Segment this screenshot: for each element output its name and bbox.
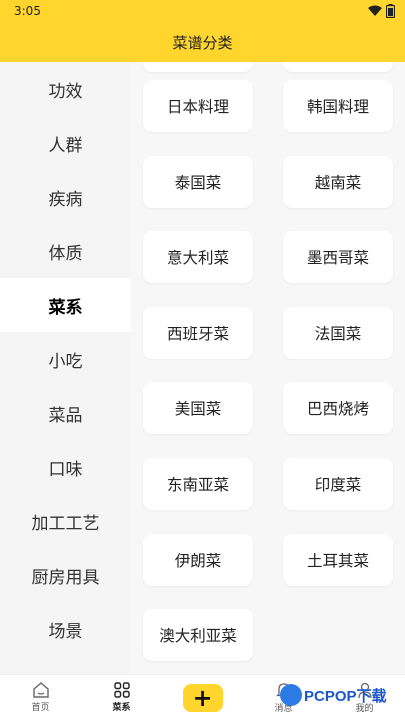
cuisine-card[interactable]: 土耳其菜: [283, 533, 393, 586]
cuisine-card[interactable]: 越南菜: [283, 155, 393, 208]
sidebar-item-jiagong[interactable]: 加工工艺: [0, 494, 131, 548]
cuisine-card[interactable]: 墨西哥菜: [283, 231, 393, 284]
page-title: 菜谱分类: [172, 34, 233, 52]
cuisine-card[interactable]: 韩国料理: [283, 80, 393, 132]
nav-home-label: 首页: [31, 703, 50, 713]
cuisine-card[interactable]: 伊朗菜: [143, 533, 253, 586]
sidebar-item-changjing[interactable]: 场景: [0, 602, 131, 656]
card-row: 泰国菜 越南菜: [143, 155, 393, 232]
status-bar: 3:05: [0, 0, 405, 24]
sidebar-item-xiaochi[interactable]: 小吃: [0, 332, 131, 386]
add-button[interactable]: +: [182, 683, 223, 712]
cuisine-card[interactable]: 美国菜: [143, 382, 253, 435]
cuisine-card[interactable]: 西班牙菜: [143, 306, 253, 359]
watermark-logo-icon: [280, 684, 302, 706]
cuisine-card[interactable]: 法国菜: [283, 306, 393, 359]
card-row: 澳大利亚菜: [143, 609, 393, 674]
nav-recipes[interactable]: 菜系: [81, 675, 162, 720]
card-row: 西班牙菜 法国菜: [143, 306, 393, 383]
nav-recipes-label: 菜系: [112, 703, 131, 713]
card-row: 日本料理 韩国料理: [143, 80, 393, 156]
sidebar-item-gongxiao[interactable]: 功效: [0, 62, 131, 116]
cuisine-card[interactable]: 东南亚菜: [143, 457, 253, 510]
status-icons: [368, 4, 395, 18]
sidebar-item-jibing[interactable]: 疾病: [0, 170, 131, 224]
cuisine-grid: 日本料理 韩国料理 泰国菜 越南菜 意大利菜 墨西哥菜 西班牙菜 法国菜 美国菜…: [143, 62, 393, 674]
nav-add[interactable]: +: [162, 675, 243, 720]
cuisine-card[interactable]: 印度菜: [283, 457, 393, 510]
battery-icon: [386, 4, 395, 18]
card-row-partial: [143, 62, 393, 80]
sidebar-item-tizhi[interactable]: 体质: [0, 224, 131, 278]
cuisine-card[interactable]: 意大利菜: [143, 231, 253, 284]
card-row: 意大利菜 墨西哥菜: [143, 231, 393, 307]
cuisine-card[interactable]: 澳大利亚菜: [143, 609, 253, 662]
grid-icon: [113, 682, 130, 698]
card-row: 东南亚菜 印度菜: [143, 457, 393, 534]
wifi-icon: [368, 5, 382, 16]
home-icon: [32, 682, 49, 698]
cuisine-card[interactable]: 巴西烧烤: [283, 382, 393, 435]
watermark: PCPOP下载: [280, 684, 387, 706]
sidebar-item-renqun[interactable]: 人群: [0, 116, 131, 170]
sidebar-item-kouwei[interactable]: 口味: [0, 440, 131, 494]
cuisine-card[interactable]: 日本料理: [143, 80, 253, 132]
app-header: 3:05 菜谱分类: [0, 0, 405, 62]
sidebar-item-caipin[interactable]: 菜品: [0, 386, 131, 440]
sidebar-item-caixi[interactable]: 菜系: [0, 278, 131, 332]
watermark-text: PCPOP下载: [304, 687, 387, 705]
cuisine-grid-panel: 日本料理 韩国料理 泰国菜 越南菜 意大利菜 墨西哥菜 西班牙菜 法国菜 美国菜…: [131, 62, 405, 674]
sidebar-item-chufang[interactable]: 厨房用具: [0, 548, 131, 602]
status-time: 3:05: [14, 4, 41, 18]
cuisine-card-partial[interactable]: [283, 62, 393, 72]
category-sidebar: 功效 人群 疾病 体质 菜系 小吃 菜品 口味 加工工艺 厨房用具 场景: [0, 62, 131, 674]
cuisine-card-partial[interactable]: [143, 62, 253, 72]
card-row: 伊朗菜 土耳其菜: [143, 533, 393, 610]
card-row: 美国菜 巴西烧烤: [143, 382, 393, 458]
nav-home[interactable]: 首页: [0, 675, 81, 720]
cuisine-card[interactable]: 泰国菜: [143, 155, 253, 208]
